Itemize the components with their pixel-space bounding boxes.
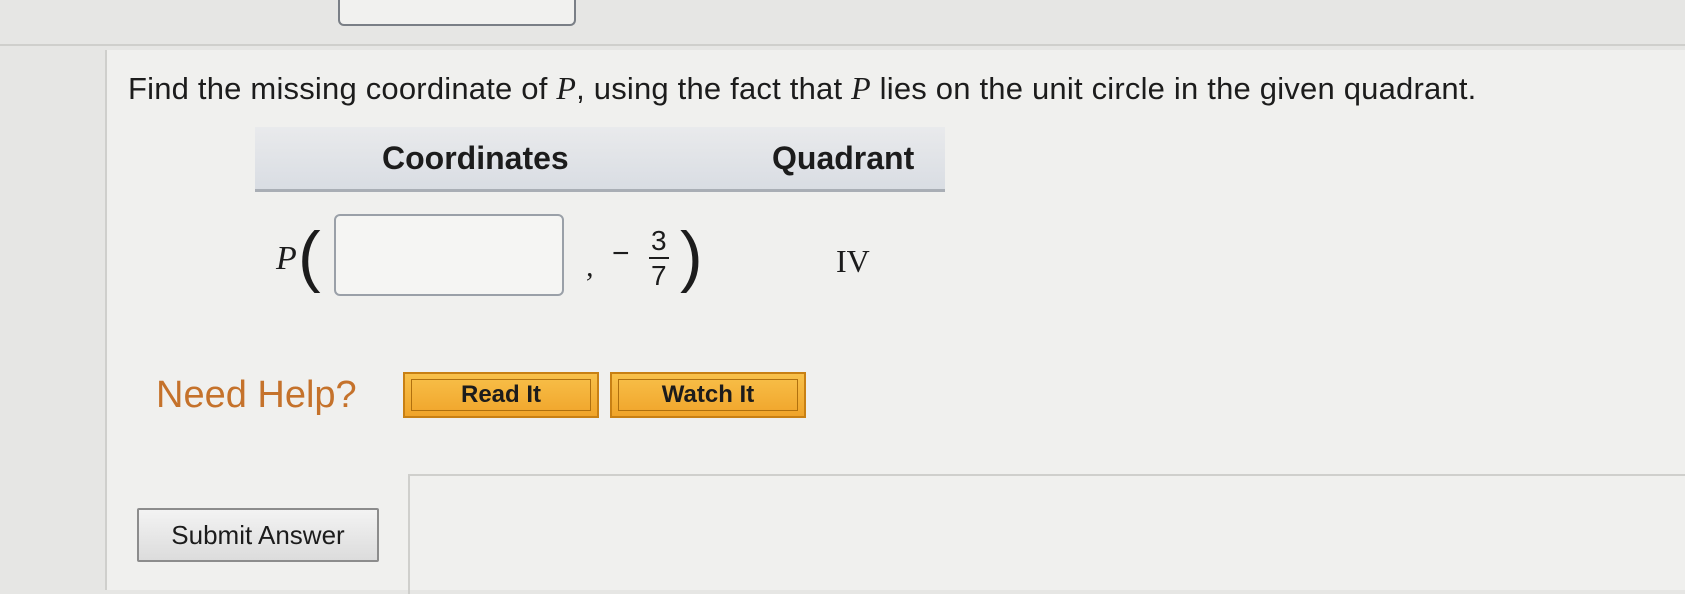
question-prompt: Find the missing coordinate of P, using …: [128, 70, 1477, 107]
submit-area-divider: [408, 474, 1685, 476]
submit-answer-button[interactable]: Submit Answer: [137, 508, 379, 562]
quadrant-value: IV: [836, 243, 870, 279]
fraction-denominator: 7: [651, 260, 667, 291]
need-help-label: Need Help?: [156, 374, 357, 416]
fraction-bar: [649, 257, 669, 259]
point-label: P: [276, 240, 297, 277]
submit-area-vertical-divider: [408, 474, 410, 594]
prompt-text-middle: , using the fact that: [576, 71, 852, 106]
previous-answer-input[interactable]: [338, 0, 576, 26]
variable-p-second: P: [851, 70, 871, 106]
read-it-button[interactable]: Read It: [403, 372, 599, 418]
variable-p: P: [556, 70, 577, 106]
close-paren: ): [680, 218, 703, 294]
open-paren: (: [298, 218, 321, 294]
watch-it-button[interactable]: Watch It: [610, 372, 806, 418]
negative-sign: −: [612, 237, 630, 270]
x-coordinate-input[interactable]: [334, 214, 564, 296]
prompt-text-end: lies on the unit circle in the given qua…: [870, 71, 1477, 106]
column-header-quadrant: Quadrant: [772, 140, 915, 176]
column-header-coordinates: Coordinates: [382, 140, 569, 176]
prompt-text-start: Find the missing coordinate of: [128, 71, 557, 106]
coordinate-comma: ,: [586, 250, 594, 283]
fraction-numerator: 3: [651, 225, 667, 256]
section-divider: [0, 44, 1685, 46]
